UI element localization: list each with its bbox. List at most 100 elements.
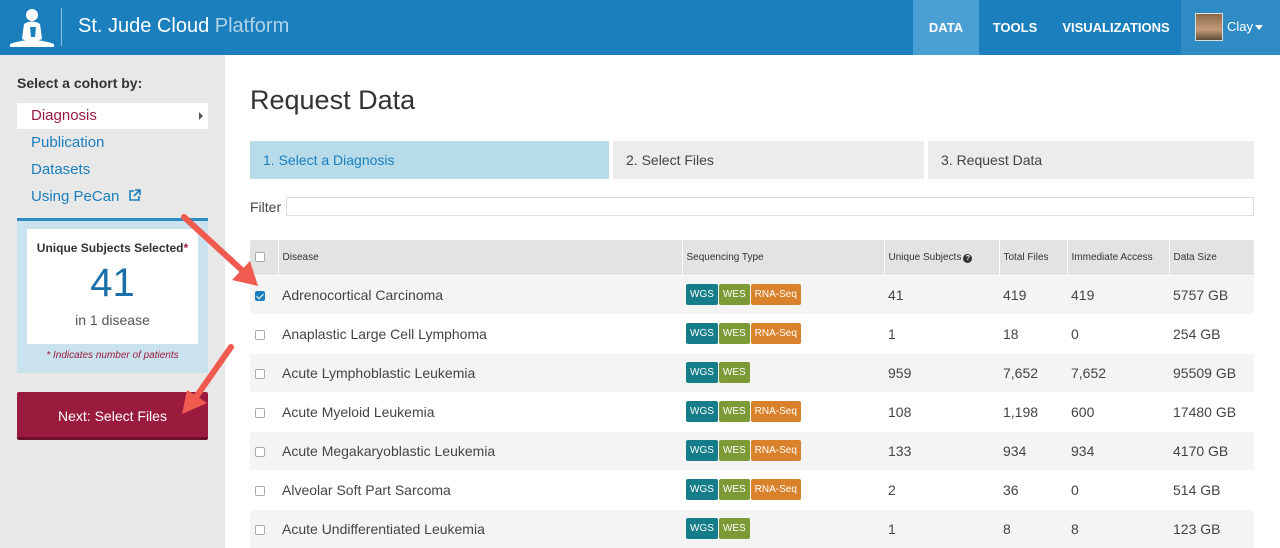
row-select-cell: [250, 469, 278, 509]
nav-visualizations[interactable]: VISUALIZATIONS: [1051, 0, 1181, 55]
disease-cell: Acute Myeloid Leukemia: [278, 391, 682, 431]
filter-input[interactable]: [286, 197, 1254, 216]
external-link-icon: [128, 189, 141, 201]
column-header-total-files[interactable]: Total Files: [998, 240, 1067, 275]
brand-title[interactable]: St. Jude Cloud Platform: [78, 15, 289, 38]
step-select-diagnosis[interactable]: 1. Select a Diagnosis: [250, 141, 609, 179]
step-request-data[interactable]: 3. Request Data: [928, 141, 1254, 179]
user-name: Clay: [1227, 19, 1254, 34]
disease-cell: Adrenocortical Carcinoma: [278, 274, 682, 314]
sequencing-type-cell: WGS WES RNA-Seq: [682, 391, 884, 431]
select-all-cell: [250, 240, 278, 275]
sidebar-item-diagnosis[interactable]: Diagnosis: [17, 103, 208, 129]
row-checkbox[interactable]: [255, 329, 265, 340]
sequencing-badge: RNA-Seq: [750, 479, 801, 500]
subjects-card: Unique Subjects Selected* 41 in 1 diseas…: [27, 229, 198, 344]
row-select-cell: [250, 274, 278, 314]
immediate-access-cell: 600: [1067, 391, 1169, 431]
total-files-cell: 36: [999, 469, 1067, 509]
sequencing-type-cell: WGS WES: [682, 508, 884, 548]
row-checkbox[interactable]: [255, 485, 265, 496]
sequencing-badge: WES: [718, 362, 750, 383]
column-header-data-size[interactable]: Data Size: [1168, 240, 1254, 275]
column-header-unique-subjects[interactable]: Unique Subjects?: [883, 240, 999, 275]
top-nav: St. Jude Cloud Platform DATA TOOLS VISUA…: [0, 0, 1280, 55]
data-size-cell: 254 GB: [1169, 313, 1254, 353]
unique-subjects-cell: 1: [884, 508, 999, 548]
sequencing-badge: WGS: [686, 401, 718, 422]
sequencing-badge: WES: [718, 479, 750, 500]
sequencing-type-cell: WGS WES RNA-Seq: [682, 313, 884, 353]
table-row[interactable]: Acute Undifferentiated Leukemia WGS WES 1 8 8…: [250, 508, 1254, 548]
unique-subjects-cell: 959: [884, 352, 999, 392]
column-header-sequencing-type[interactable]: Sequencing Type: [681, 240, 884, 275]
total-files-cell: 1,198: [999, 391, 1067, 431]
subjects-label-text: Unique Subjects Selected: [36, 241, 184, 255]
table-row[interactable]: Acute Lymphoblastic Leukemia WGS WES 959 7,6…: [250, 352, 1254, 392]
row-select-cell: [250, 313, 278, 353]
sidebar-item-using-pecan[interactable]: Using PeCan: [17, 184, 208, 210]
unique-subjects-cell: 1: [884, 313, 999, 353]
disease-table: Disease Sequencing Type Unique Subjects?…: [250, 240, 1254, 548]
row-select-cell: [250, 508, 278, 548]
table-row[interactable]: Acute Megakaryoblastic Leukemia WGS WES RNA…: [250, 430, 1254, 470]
sequencing-badge: RNA-Seq: [750, 401, 801, 422]
step-select-files[interactable]: 2. Select Files: [613, 141, 924, 179]
sidebar-item-label: Using PeCan: [31, 188, 120, 205]
row-checkbox[interactable]: [255, 368, 265, 379]
total-files-cell: 18: [999, 313, 1067, 353]
data-size-cell: 17480 GB: [1169, 391, 1254, 431]
table-row[interactable]: Alveolar Soft Part Sarcoma WGS WES RNA-Seq 2…: [250, 469, 1254, 509]
table-row[interactable]: Acute Myeloid Leukemia WGS WES RNA-Seq 108 1,…: [250, 391, 1254, 431]
sidebar-item-publication[interactable]: Publication: [17, 130, 208, 156]
row-checkbox[interactable]: [255, 407, 265, 418]
sequencing-badge: WES: [718, 401, 750, 422]
brand-sub: Platform: [214, 15, 290, 37]
data-size-cell: 5757 GB: [1169, 274, 1254, 314]
unique-subjects-cell: 108: [884, 391, 999, 431]
immediate-access-cell: 0: [1067, 469, 1169, 509]
row-checkbox[interactable]: [255, 290, 265, 301]
sidebar-item-label: Diagnosis: [31, 107, 97, 124]
subjects-disease-count: in 1 disease: [75, 312, 150, 328]
sequencing-badge: WGS: [686, 284, 718, 305]
disease-cell: Acute Undifferentiated Leukemia: [278, 508, 682, 548]
next-select-files-button[interactable]: Next: Select Files: [17, 392, 208, 440]
row-checkbox[interactable]: [255, 446, 265, 457]
sequencing-badge: WES: [718, 440, 750, 461]
column-header-immediate-access[interactable]: Immediate Access: [1066, 240, 1169, 275]
sequencing-badge: RNA-Seq: [750, 440, 801, 461]
help-icon[interactable]: ?: [963, 253, 973, 263]
nav-data[interactable]: DATA: [913, 0, 979, 55]
unique-subjects-cell: 133: [884, 430, 999, 470]
table-row[interactable]: Anaplastic Large Cell Lymphoma WGS WES RNA-…: [250, 313, 1254, 353]
immediate-access-cell: 0: [1067, 313, 1169, 353]
table-row[interactable]: Adrenocortical Carcinoma WGS WES RNA-Seq 41 4…: [250, 274, 1254, 314]
total-files-cell: 934: [999, 430, 1067, 470]
required-mark: *: [183, 241, 189, 255]
select-all-checkbox[interactable]: [255, 252, 265, 263]
sidebar-item-datasets[interactable]: Datasets: [17, 157, 208, 183]
brand-main: St. Jude Cloud: [78, 15, 210, 37]
sequencing-type-cell: WGS WES RNA-Seq: [682, 469, 884, 509]
column-header-disease[interactable]: Disease: [277, 240, 682, 275]
sidebar-title: Select a cohort by:: [17, 75, 143, 91]
subjects-note: * Indicates number of patients: [46, 350, 179, 361]
data-size-cell: 95509 GB: [1169, 352, 1254, 392]
sequencing-badge: WES: [718, 284, 750, 305]
nav-tools[interactable]: TOOLS: [979, 0, 1051, 55]
row-checkbox[interactable]: [255, 525, 265, 536]
disease-cell: Acute Megakaryoblastic Leukemia: [278, 430, 682, 470]
filter-label: Filter: [250, 199, 282, 215]
chevron-down-icon: [1255, 25, 1263, 30]
data-size-cell: 4170 GB: [1169, 430, 1254, 470]
total-files-cell: 419: [999, 274, 1067, 314]
immediate-access-cell: 419: [1067, 274, 1169, 314]
row-select-cell: [250, 391, 278, 431]
total-files-cell: 7,652: [999, 352, 1067, 392]
st-jude-logo[interactable]: [8, 6, 56, 48]
sequencing-badge: RNA-Seq: [750, 323, 801, 344]
sequencing-type-cell: WGS WES RNA-Seq: [682, 274, 884, 314]
user-menu[interactable]: Clay: [1181, 0, 1280, 55]
data-size-cell: 123 GB: [1169, 508, 1254, 548]
